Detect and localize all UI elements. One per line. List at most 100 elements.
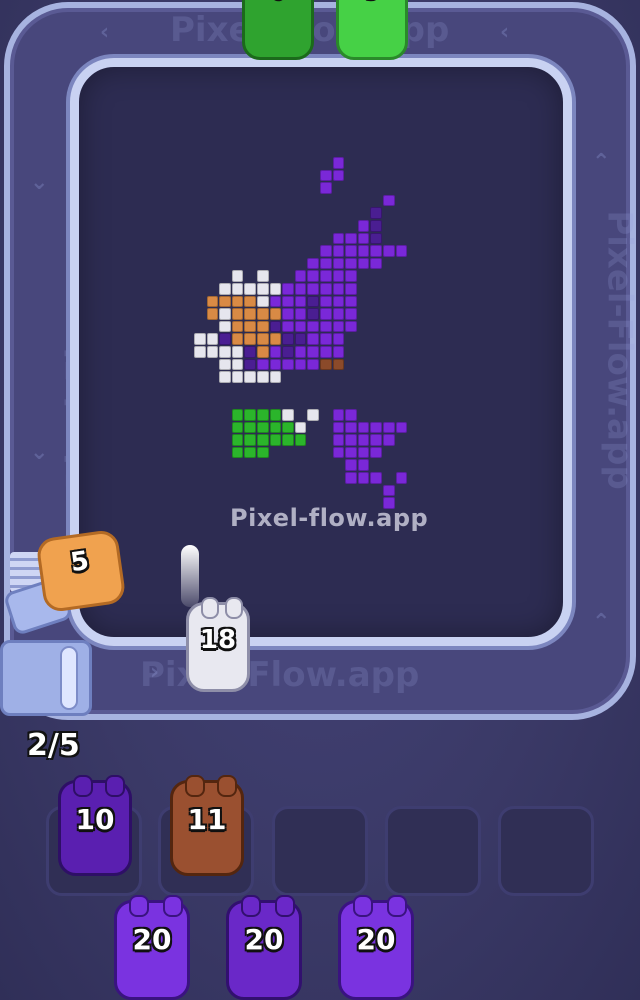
reserve-shooter[interactable]: 20: [114, 895, 190, 1000]
shooter-ear: [225, 597, 243, 619]
pixel-block: [269, 434, 282, 446]
pixel-block: [332, 434, 345, 446]
pixel-block: [294, 283, 307, 295]
pixel-block: [219, 346, 231, 358]
pixel-block: [294, 421, 307, 434]
pixel-block: [345, 472, 357, 484]
shooter-ear: [185, 775, 205, 797]
pixel-block: [257, 346, 269, 358]
pixel-block: [269, 371, 282, 383]
pixel-block: [219, 371, 231, 383]
pixel-block: [257, 270, 269, 282]
pixel-block: [282, 409, 294, 421]
pixel-block: [370, 434, 382, 446]
top-shooter[interactable]: 3: [336, 0, 408, 60]
pixel-block: [357, 421, 370, 434]
pixel-block: [294, 308, 307, 320]
watermark-label: Pixel-flow.app: [230, 504, 429, 532]
slot-shooter[interactable]: 11: [170, 775, 244, 876]
pixel-block: [231, 434, 244, 446]
pixel-block: [206, 346, 219, 358]
reserve-shooter[interactable]: 20: [338, 895, 414, 1000]
pixel-block: [219, 333, 231, 345]
pixel-block: [307, 295, 319, 308]
slot-shooter[interactable]: 10: [58, 775, 132, 876]
pixel-block: [294, 333, 307, 345]
game-board: Pixel-Flow.app Pixel-Flow.app Pixel-Flow…: [0, 0, 640, 1000]
pixel-block: [370, 207, 382, 219]
pixel-block: [269, 295, 282, 308]
pixel-block: [345, 320, 357, 333]
shooter-ear: [275, 895, 295, 917]
pixel-block: [231, 270, 244, 282]
pixel-block: [370, 232, 382, 245]
pixel-block: [320, 333, 332, 345]
pixel-block: [320, 270, 332, 282]
pixel-block: [269, 320, 282, 333]
pixel-block: [332, 270, 345, 282]
pixel-block: [332, 245, 345, 257]
pixel-block: [282, 421, 294, 434]
pixel-block: [320, 245, 332, 257]
pixel-block: [257, 283, 269, 295]
pixel-block: [294, 270, 307, 282]
shooter-count: 6: [245, 0, 311, 4]
pixel-block: [257, 295, 269, 308]
active-shooter[interactable]: 18: [186, 597, 250, 692]
pixel-block: [307, 270, 319, 282]
pixel-block: [307, 308, 319, 320]
pixel-block: [332, 346, 345, 358]
pixel-block: [269, 358, 282, 371]
pixel-block: [219, 358, 231, 371]
pixel-block: [345, 446, 357, 459]
pixel-block: [231, 308, 244, 320]
pixel-block: [332, 308, 345, 320]
pixel-block: [257, 446, 269, 459]
shooter-ear: [73, 775, 93, 797]
pixel-block: [307, 333, 319, 345]
pixel-block: [269, 333, 282, 345]
shooter-count: 20: [244, 923, 284, 956]
pixel-block: [282, 320, 294, 333]
pixel-block: [345, 270, 357, 282]
pixel-block: [332, 169, 345, 182]
pixel-block: [345, 409, 357, 421]
pixel-block: [357, 245, 370, 257]
shooter-ear: [105, 775, 125, 797]
shooter-ear: [129, 895, 149, 917]
holding-slot[interactable]: [385, 806, 481, 896]
holding-slot[interactable]: [272, 806, 368, 896]
holding-slot[interactable]: [498, 806, 594, 896]
pixel-block: [257, 421, 269, 434]
top-shooter[interactable]: 6: [242, 0, 314, 60]
pixel-block: [383, 434, 395, 446]
shooter-count: 20: [356, 923, 396, 956]
pixel-block: [307, 358, 319, 371]
pixel-block: [244, 308, 256, 320]
pixel-block: [231, 409, 244, 421]
pixel-block: [282, 295, 294, 308]
pixel-block: [294, 434, 307, 446]
reserve-shooter[interactable]: 20: [226, 895, 302, 1000]
queue-counter: 2/5: [27, 728, 80, 763]
pixel-block: [332, 333, 345, 345]
pixel-block: [383, 421, 395, 434]
pixel-block: [320, 346, 332, 358]
pixel-block: [307, 346, 319, 358]
pixel-block: [244, 434, 256, 446]
pixel-block: [332, 157, 345, 169]
pixel-block: [231, 346, 244, 358]
active-shooter[interactable]: 5: [35, 528, 127, 614]
pixel-block: [244, 358, 256, 371]
pixel-block: [370, 245, 382, 257]
pixel-block: [294, 295, 307, 308]
pixel-block: [257, 358, 269, 371]
pixel-block: [219, 295, 231, 308]
pixel-block: [231, 333, 244, 345]
shooter-ear: [387, 895, 407, 917]
pixel-block: [219, 308, 231, 320]
pixel-block: [294, 358, 307, 371]
pixel-block: [244, 421, 256, 434]
pixel-block: [231, 446, 244, 459]
pixel-block: [244, 320, 256, 333]
